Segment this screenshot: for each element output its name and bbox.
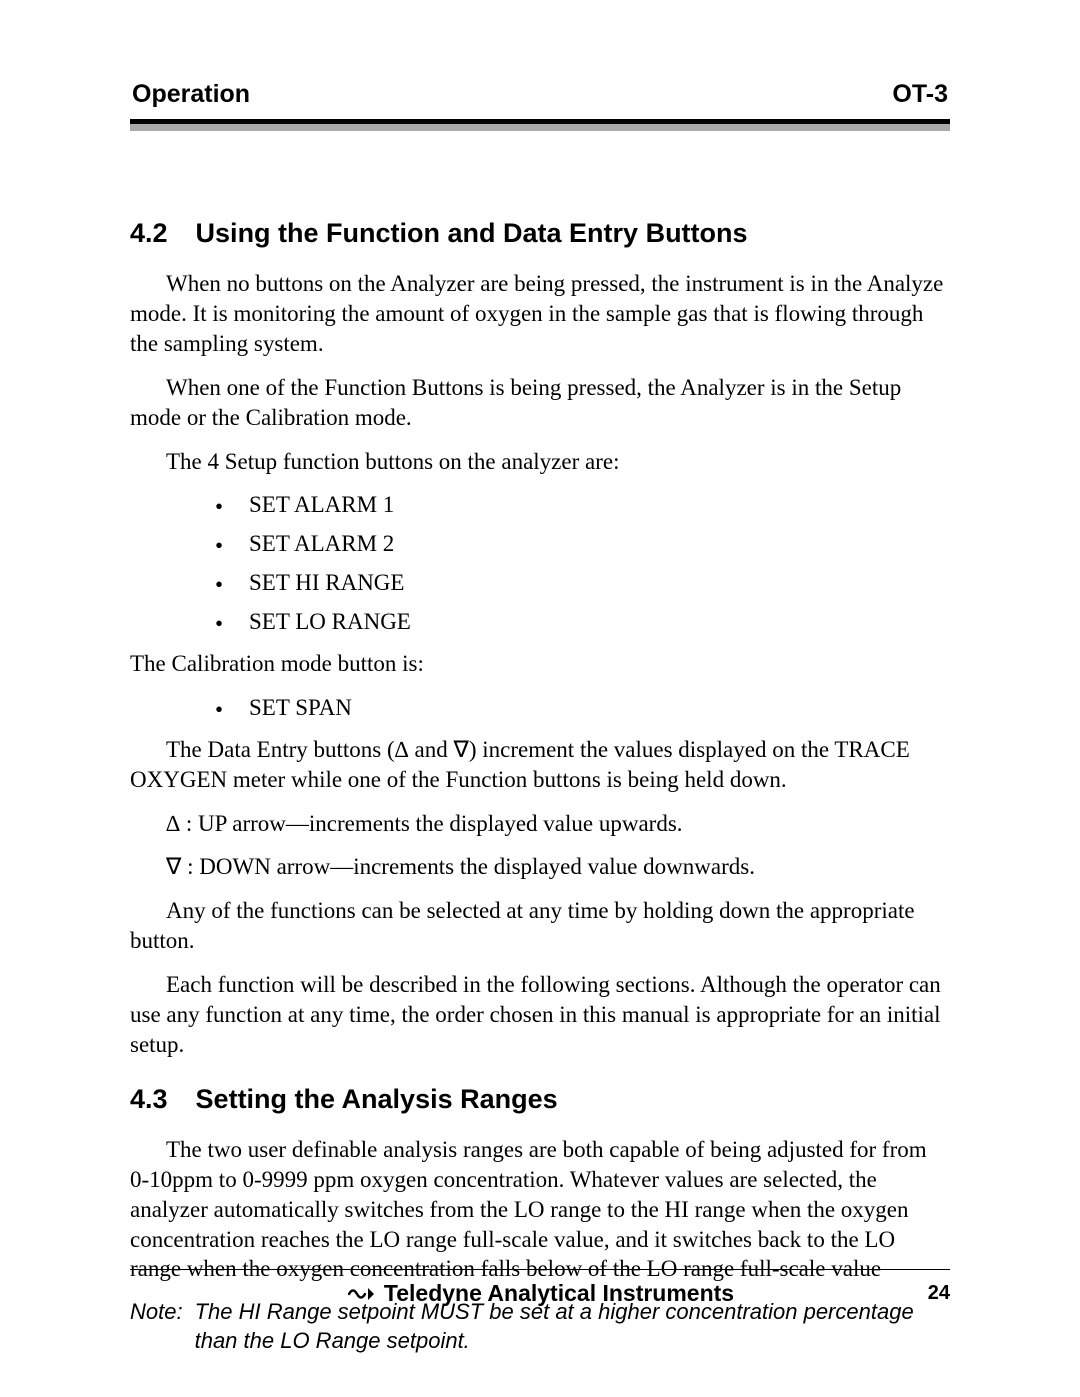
header-left: Operation [132,80,250,109]
list-item: SET ALARM 2 [215,529,950,559]
header-rule-shadow [130,124,950,131]
page: Operation OT-3 4.2 Using the Function and… [0,0,1080,1397]
setup-buttons-list: SET ALARM 1 SET ALARM 2 SET HI RANGE SET… [130,490,950,637]
list-item: SET ALARM 1 [215,490,950,520]
teledyne-logo-icon [346,1284,376,1304]
paragraph: The Calibration mode button is: [130,649,950,679]
list-item: SET HI RANGE [215,568,950,598]
page-header: Operation OT-3 [130,80,950,115]
section-title: Setting the Analysis Ranges [196,1084,558,1114]
page-number: 24 [928,1282,950,1305]
arrow-up-definition: ∆ : UP arrow—increments the displayed va… [166,809,950,839]
footer-line: Teledyne Analytical Instruments 24 [130,1280,950,1307]
section-4-3-heading: 4.3 Setting the Analysis Ranges [130,1082,950,1117]
paragraph: The 4 Setup function buttons on the anal… [130,447,950,477]
paragraph: When one of the Function Buttons is bein… [130,373,950,433]
footer-rule [130,1269,950,1270]
paragraph: The two user definable analysis ranges a… [130,1135,950,1284]
paragraph: The Data Entry buttons (∆ and ∇) increme… [130,735,950,795]
list-item: SET SPAN [215,693,950,723]
section-number: 4.2 [130,216,168,251]
arrow-down-definition: ∇ : DOWN arrow—increments the displayed … [166,852,950,882]
footer-company: Teledyne Analytical Instruments [384,1280,734,1307]
paragraph: Each function will be described in the f… [130,970,950,1060]
page-footer: Teledyne Analytical Instruments 24 [130,1269,950,1307]
paragraph: When no buttons on the Analyzer are bein… [130,269,950,359]
arrow-definitions: ∆ : UP arrow—increments the displayed va… [130,809,950,883]
paragraph: Any of the functions can be selected at … [130,896,950,956]
section-title: Using the Function and Data Entry Button… [196,218,748,248]
header-right: OT-3 [892,80,948,109]
section-number: 4.3 [130,1082,168,1117]
list-item: SET LO RANGE [215,607,950,637]
section-4-2-heading: 4.2 Using the Function and Data Entry But… [130,216,950,251]
page-content: 4.2 Using the Function and Data Entry But… [130,131,950,1356]
cal-buttons-list: SET SPAN [130,693,950,723]
